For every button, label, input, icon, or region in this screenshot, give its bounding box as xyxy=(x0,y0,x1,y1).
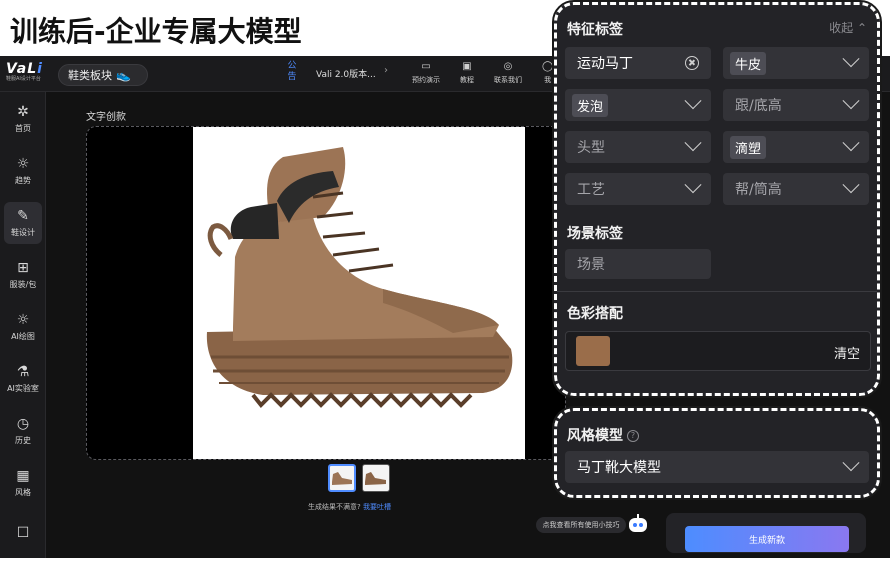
style-icon: ▦ xyxy=(16,467,30,484)
tag-field-material[interactable]: 牛皮 xyxy=(723,47,869,79)
generate-button[interactable]: 生成新款 xyxy=(685,526,849,552)
feedback-text: 生成结果不满意? xyxy=(308,503,361,511)
style-model-panel: 风格模型? 马丁靴大模型 xyxy=(552,406,882,500)
help-icon[interactable]: ? xyxy=(627,430,639,442)
link-book-demo[interactable]: ▭ 预约演示 xyxy=(412,61,440,85)
feature-tags-title: 特征标签 xyxy=(567,22,623,38)
user-icon: ◯ xyxy=(542,61,554,72)
flask-icon: ⚗ xyxy=(16,363,30,380)
clear-icon[interactable] xyxy=(685,56,699,70)
bulb-icon: ☼ xyxy=(16,155,30,172)
style-model-select[interactable]: 马丁靴大模型 xyxy=(565,451,869,483)
color-match-title: 色彩搭配 xyxy=(567,306,623,322)
chevron-down-icon xyxy=(842,134,860,152)
tag-field-finish[interactable]: 滴塑 xyxy=(723,131,869,163)
thumbnail-1[interactable] xyxy=(328,464,356,492)
shoe-icon: 👟 xyxy=(116,68,131,82)
generated-shoe-image[interactable] xyxy=(193,127,525,459)
image-icon: ▣ xyxy=(462,61,472,72)
color-swatch[interactable] xyxy=(576,336,610,366)
sidebar: ✲ 首页 ☼ 趋势 ✎ 鞋设计 ⊞ 服装/包 ☼ AI绘图 ⚗ AI实验室 ◷ … xyxy=(0,92,46,558)
chevron-down-icon xyxy=(684,134,702,152)
tag-field-shaft-height[interactable]: 帮/筒高 xyxy=(723,173,869,205)
chevron-down-icon xyxy=(842,92,860,110)
chevron-down-icon xyxy=(842,176,860,194)
chevron-down-icon xyxy=(684,176,702,194)
module-switcher[interactable]: 鞋类板块 👟 xyxy=(58,64,148,86)
collapse-toggle[interactable]: 收起 ⌃ xyxy=(829,19,867,36)
sidebar-item-apparel[interactable]: ⊞ 服装/包 xyxy=(4,254,42,296)
clear-colors-button[interactable]: 清空 xyxy=(834,343,860,362)
scene-input[interactable]: 场景 xyxy=(565,249,711,279)
boot-thumbnail-icon xyxy=(332,472,352,485)
tag-field-sole[interactable]: 发泡 xyxy=(565,89,711,121)
monitor-icon: ▭ xyxy=(421,61,431,72)
link-me[interactable]: ◯ 我 xyxy=(542,61,553,85)
app-logo[interactable]: VaLi 鞋服AI设计平台 xyxy=(6,61,52,87)
canvas-frame xyxy=(86,126,566,460)
edit-icon: ☐ xyxy=(16,525,30,541)
notice-text[interactable]: Vali 2.0版本... xyxy=(316,67,376,80)
workspace: 文字创款 生成结果不满意? 我要吐槽 xyxy=(46,92,566,558)
chevron-up-icon: ⌃ xyxy=(856,21,867,35)
scene-tags-title: 场景标签 xyxy=(567,226,623,242)
sidebar-item-home[interactable]: ✲ 首页 xyxy=(4,98,42,140)
sidebar-item-trend[interactable]: ☼ 趋势 xyxy=(4,150,42,192)
notice-label: 公告 xyxy=(287,61,297,82)
thumbnail-2[interactable] xyxy=(362,464,390,492)
assistant-robot-icon[interactable] xyxy=(626,512,650,536)
boot-illustration xyxy=(206,147,513,408)
logo-subtitle: 鞋服AI设计平台 xyxy=(6,76,41,82)
sidebar-item-style[interactable]: ▦ 风格 xyxy=(4,462,42,504)
pen-icon: ✎ xyxy=(17,207,29,224)
tips-bubble[interactable]: 点我查看所有使用小技巧 xyxy=(536,517,626,533)
chevron-down-icon xyxy=(842,454,860,472)
slide-title: 训练后-企业专属大模型 xyxy=(10,15,302,48)
color-palette: 清空 xyxy=(565,331,871,371)
style-model-title: 风格模型? xyxy=(567,425,639,445)
tag-field-style[interactable]: 运动马丁 xyxy=(565,47,711,79)
tag-field-craft[interactable]: 工艺 xyxy=(565,173,711,205)
feature-tags-panel: 特征标签 收起 ⌃ 运动马丁 牛皮 发泡 跟/底高 头型 滴塑 工艺 帮/筒高 … xyxy=(552,0,882,398)
location-icon: ◎ xyxy=(503,61,513,72)
sidebar-item-shoe-design[interactable]: ✎ 鞋设计 xyxy=(4,202,42,244)
feedback-row: 生成结果不满意? 我要吐槽 xyxy=(308,502,391,512)
chevron-right-icon[interactable]: › xyxy=(384,65,388,76)
sidebar-item-history[interactable]: ◷ 历史 xyxy=(4,410,42,452)
link-contact[interactable]: ◎ 联系我们 xyxy=(494,61,522,85)
shirt-icon: ⊞ xyxy=(17,259,29,276)
history-icon: ◷ xyxy=(16,415,30,432)
sidebar-item-more[interactable]: ☐ xyxy=(4,514,42,556)
module-label: 鞋类板块 xyxy=(68,69,112,82)
workspace-label: 文字创款 xyxy=(86,112,126,123)
divider xyxy=(557,291,877,292)
chevron-down-icon xyxy=(684,92,702,110)
tag-field-toe-shape[interactable]: 头型 xyxy=(565,131,711,163)
link-tutorial[interactable]: ▣ 教程 xyxy=(460,61,474,85)
feedback-link[interactable]: 我要吐槽 xyxy=(363,503,391,511)
boot-thumbnail-icon xyxy=(365,472,386,485)
bulb-icon: ☼ xyxy=(16,311,30,328)
tag-field-heel-height[interactable]: 跟/底高 xyxy=(723,89,869,121)
sidebar-item-ai-lab[interactable]: ⚗ AI实验室 xyxy=(4,358,42,400)
sidebar-item-ai-draw[interactable]: ☼ AI绘图 xyxy=(4,306,42,348)
sparkle-icon: ✲ xyxy=(17,103,29,120)
chevron-down-icon xyxy=(842,50,860,68)
